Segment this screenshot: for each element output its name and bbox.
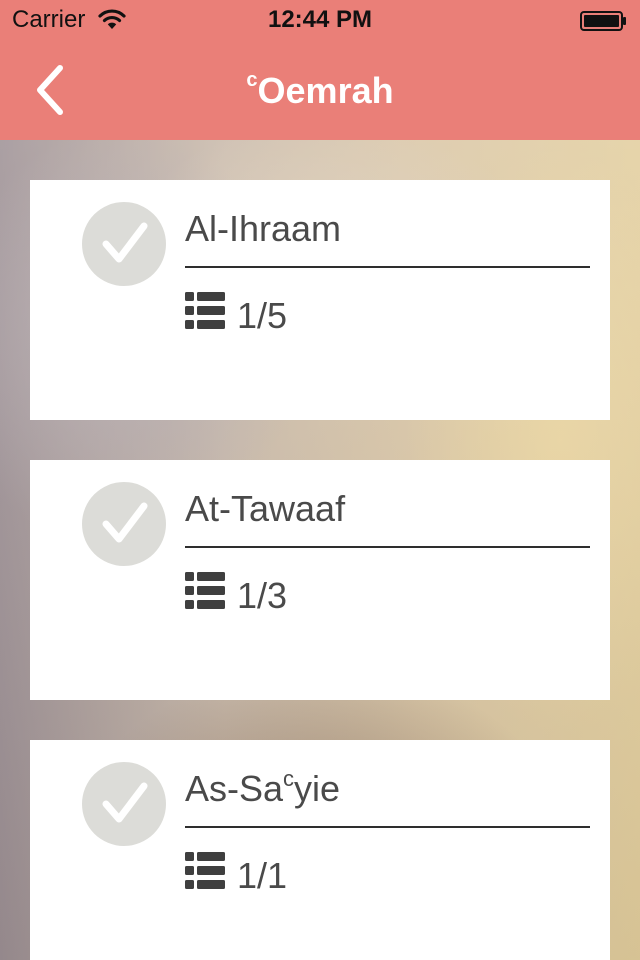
step-title: As-Sacyie xyxy=(185,766,341,810)
screen: Carrier 12:44 PM cOemrah Al-Ihraam 1/5 A… xyxy=(0,0,640,960)
checkmark-icon xyxy=(82,482,166,566)
status-time: 12:44 PM xyxy=(267,6,373,33)
header: Carrier 12:44 PM cOemrah xyxy=(0,0,640,140)
step-count: 1/1 xyxy=(237,855,288,896)
status-bar: Carrier 12:44 PM xyxy=(0,0,640,40)
divider xyxy=(185,826,590,828)
page-title-superscript: c xyxy=(246,69,258,91)
step-count: 1/3 xyxy=(237,575,288,616)
step-card-al-ihraam[interactable]: Al-Ihraam 1/5 xyxy=(30,180,610,420)
page-title-text: Oemrah xyxy=(257,70,394,111)
page-title: cOemrah xyxy=(0,69,640,112)
battery-full-icon xyxy=(580,10,626,31)
divider xyxy=(185,266,590,268)
step-title-superscript: c xyxy=(283,766,295,791)
step-title-part: As-Sa xyxy=(185,768,284,809)
step-card-as-sacyie[interactable]: As-Sacyie 1/1 xyxy=(30,740,610,960)
navigation-bar: cOemrah xyxy=(0,40,640,140)
checkmark-icon xyxy=(82,202,166,286)
list-icon xyxy=(185,852,225,890)
step-title: At-Tawaaf xyxy=(185,488,346,529)
step-title: Al-Ihraam xyxy=(185,208,342,249)
list-icon xyxy=(185,572,225,610)
list-icon xyxy=(185,292,225,330)
step-count: 1/5 xyxy=(237,295,288,336)
step-title-part: yie xyxy=(294,768,341,809)
divider xyxy=(185,546,590,548)
checkmark-icon xyxy=(82,762,166,846)
step-card-at-tawaaf[interactable]: At-Tawaaf 1/3 xyxy=(30,460,610,700)
